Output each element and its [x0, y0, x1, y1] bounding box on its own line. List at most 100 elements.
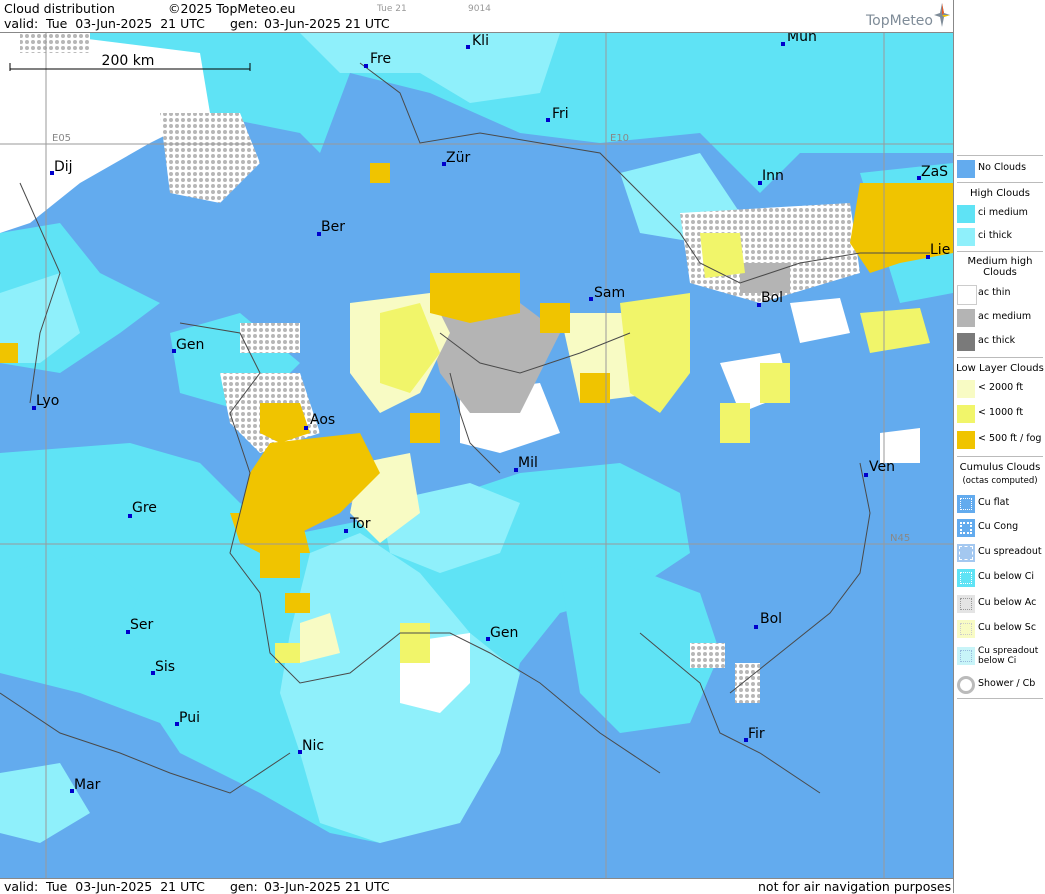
city-label-ven[interactable]: Ven	[869, 459, 895, 475]
city-label-fri[interactable]: Fri	[552, 106, 569, 122]
cu-below-sc-swatch	[957, 620, 975, 638]
city-label-lyo[interactable]: Lyo	[36, 393, 59, 409]
cu-below-sc-label: Cu below Sc	[978, 622, 1037, 633]
no-clouds-label: No Clouds	[978, 162, 1027, 173]
city-label-inn[interactable]: Inn	[762, 168, 784, 184]
city-label-zas[interactable]: ZaS	[921, 164, 948, 180]
city-label-gre[interactable]: Gre	[132, 500, 157, 516]
legend-divider	[957, 182, 1043, 183]
cu-spread-label: Cu spreadout	[978, 546, 1042, 557]
low-500-swatch	[957, 431, 975, 449]
city-label-mar[interactable]: Mar	[74, 777, 101, 793]
legend-row-no-clouds: No Clouds	[954, 158, 1045, 180]
city-label-fre[interactable]: Fre	[370, 51, 391, 67]
city-dot	[781, 42, 785, 46]
legend-row-cu-below-ac: Cu below Ac	[954, 593, 1045, 615]
scale-label: 200 km	[102, 53, 155, 69]
medium-clouds-title: Medium high Clouds	[967, 256, 1033, 278]
city-dot	[754, 625, 758, 629]
cu-cong-swatch	[957, 519, 975, 537]
ac-thin-label: ac thin	[978, 287, 1011, 298]
legend-row-cu-spread: Cu spreadout	[954, 542, 1045, 564]
city-label-ser[interactable]: Ser	[130, 617, 154, 633]
ac-thick-swatch	[957, 333, 975, 351]
legend-row-low-500: < 500 ft / fog	[954, 429, 1045, 451]
low-2000-swatch	[957, 380, 975, 398]
ci-thick-label: ci thick	[978, 230, 1012, 241]
low-2000-label: < 2000 ft	[978, 382, 1024, 393]
city-label-bol-south[interactable]: Bol	[760, 611, 782, 627]
high-clouds-title: High Clouds	[970, 188, 1030, 199]
footer-disclaimer: not for air navigation purposes	[758, 879, 952, 894]
ci-medium-swatch	[957, 205, 975, 223]
legend-row-low-2000: < 2000 ft	[954, 378, 1045, 400]
footer-gen-label: gen:	[230, 879, 258, 894]
city-label-gen-south[interactable]: Gen	[490, 625, 518, 641]
city-label-dij[interactable]: Dij	[54, 159, 73, 175]
low-1000-swatch	[957, 405, 975, 423]
ac-medium-label: ac medium	[978, 311, 1032, 322]
valid-value: Tue 03-Jun-2025 21 UTC	[46, 16, 205, 31]
copyright: ©2025 TopMeteo.eu	[168, 1, 296, 16]
city-label-sis[interactable]: Sis	[155, 659, 175, 675]
legend-panel: No Clouds High Clouds ci medium ci thick…	[953, 0, 1045, 893]
legend-row-cu-cong: Cu Cong	[954, 517, 1045, 539]
legend-row-ci-thick: ci thick	[954, 226, 1045, 248]
compass-star-icon	[934, 3, 950, 27]
city-label-mil[interactable]: Mil	[518, 455, 538, 471]
city-dot	[546, 118, 550, 122]
city-dot	[304, 426, 308, 430]
footer-valid-value: Tue 03-Jun-2025 21 UTC	[46, 879, 205, 894]
city-label-sam[interactable]: Sam	[594, 285, 625, 301]
legend-row-ac-thick: ac thick	[954, 331, 1045, 353]
shower-label: Shower / Cb	[978, 678, 1036, 689]
cu-below-ci-swatch	[957, 569, 975, 587]
low-clouds-title: Low Layer Clouds	[956, 363, 1044, 374]
grid-label-e10: E10	[610, 133, 629, 144]
footer-valid-label: valid:	[4, 879, 39, 894]
grid-label-e05: E05	[52, 133, 71, 144]
cloud-map[interactable]: 200 km E05 E10 N45 Kli Mün Fre Fri Dij Z…	[0, 33, 953, 878]
city-dot	[466, 45, 470, 49]
cu-spread-ci-swatch	[957, 647, 975, 665]
legend-divider	[957, 698, 1043, 699]
legend-row-low-1000: < 1000 ft	[954, 403, 1045, 425]
city-label-gen-north[interactable]: Gen	[176, 337, 204, 353]
cu-below-ci-label: Cu below Ci	[978, 571, 1035, 582]
city-label-mun[interactable]: Mün	[787, 33, 817, 45]
map-footer: valid: Tue 03-Jun-2025 21 UTC gen: 03-Ju…	[0, 878, 953, 894]
map-title: Cloud distribution	[4, 1, 115, 16]
city-label-aos[interactable]: Aos	[310, 412, 335, 428]
legend-row-cu-below-ci: Cu below Ci	[954, 567, 1045, 589]
gen-label: gen:	[230, 16, 258, 31]
city-label-lie[interactable]: Lie	[930, 242, 950, 258]
ac-medium-swatch	[957, 309, 975, 327]
city-label-fir[interactable]: Fir	[748, 726, 765, 742]
city-dot	[864, 473, 868, 477]
city-label-ber[interactable]: Ber	[321, 219, 345, 235]
city-label-bol-north[interactable]: Bol	[761, 290, 783, 306]
legend-row-shower: Shower / Cb	[954, 674, 1045, 696]
legend-row-ac-thin: ac thin	[954, 283, 1045, 305]
map-canvas: 200 km E05 E10 N45 Kli Mün Fre Fri Dij Z…	[0, 33, 953, 878]
cu-below-ac-swatch	[957, 595, 975, 613]
city-label-pui[interactable]: Pui	[179, 710, 200, 726]
grid-label-n45: N45	[890, 533, 910, 544]
cu-spread-swatch	[957, 544, 975, 562]
legend-row-cu-spread-ci: Cu spreadout below Ci	[954, 645, 1045, 673]
ac-thick-label: ac thick	[978, 335, 1016, 346]
city-label-tor[interactable]: Tor	[349, 516, 371, 532]
shower-cb-swatch	[957, 676, 975, 694]
small-code-label: 9014	[468, 4, 491, 14]
ci-thick-swatch	[957, 228, 975, 246]
valid-label: valid:	[4, 16, 39, 31]
city-label-kli[interactable]: Kli	[472, 33, 489, 49]
city-label-nic[interactable]: Nic	[302, 738, 324, 754]
no-clouds-swatch	[957, 160, 975, 178]
legend-row-cu-below-sc: Cu below Sc	[954, 618, 1045, 640]
ci-medium-label: ci medium	[978, 207, 1028, 218]
low-500-label: < 500 ft / fog	[978, 433, 1042, 444]
city-label-zur[interactable]: Zür	[446, 150, 470, 166]
cumulus-subtitle: (octas computed)	[962, 476, 1038, 486]
topmeteo-logo[interactable]: TopMeteo	[866, 13, 933, 29]
